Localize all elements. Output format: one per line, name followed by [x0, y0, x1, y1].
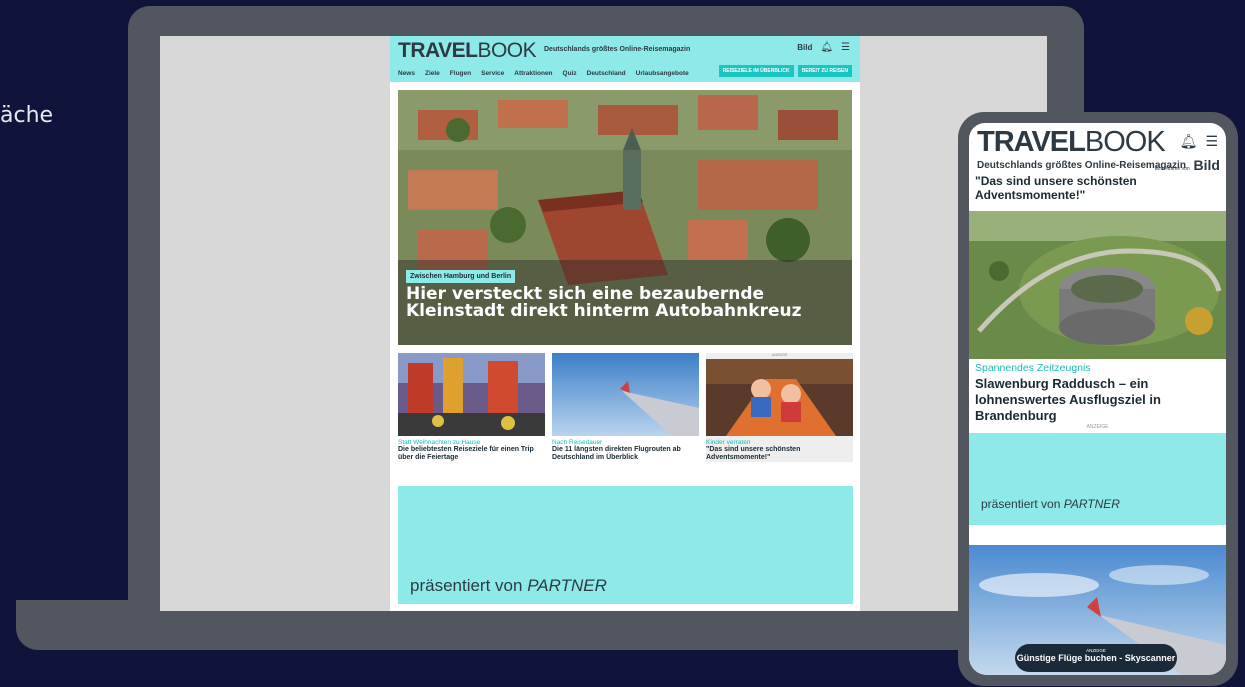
phone-ad-label: ANZEIGE	[1086, 424, 1109, 430]
phone-logo-bold: TRAVEL	[977, 126, 1086, 158]
bell-icon[interactable]: 🔔︎	[1180, 133, 1198, 150]
phone-teaser-kicker: Spannendes Zeitzeugnis	[975, 362, 1091, 374]
phone-bild-logo[interactable]: Eine Marke von Bild	[1155, 157, 1220, 173]
bild-small-text: Eine Marke von	[1154, 166, 1190, 172]
phone-hero-fortress-image	[969, 211, 1226, 359]
teaser-kicker: Kinder verraten	[706, 439, 751, 446]
phone-teaser-title[interactable]: Slawenburg Raddusch – ein lohnenswertes …	[975, 376, 1220, 424]
nav-item-ziele[interactable]: Ziele	[425, 70, 440, 77]
site-header: TRAVELBOOK Deutschlands größtes Online-R…	[390, 36, 860, 82]
teaser-kicker: Statt Weihnachten zu Hause	[398, 439, 481, 446]
nav-item-news[interactable]: News	[398, 70, 415, 77]
side-caption-text: äche	[0, 103, 54, 128]
phone-partner-ad-box[interactable]: präsentiert von PARTNER	[969, 433, 1226, 525]
skyscanner-ad-pill[interactable]: ANZEIGE Günstige Flüge buchen - Skyscann…	[1015, 644, 1177, 672]
logo-bold: TRAVEL	[398, 39, 478, 62]
bell-icon[interactable]: 🔔︎	[820, 42, 833, 53]
bereit-button[interactable]: BEREIT ZU REISEN	[797, 65, 852, 77]
teaser-row: Statt Weihnachten zu Hause Die beliebtes…	[398, 353, 853, 462]
menu-icon[interactable]: ☰	[841, 42, 850, 53]
ad-teaser-card[interactable]: ANZEIGE Kinder verraten "Das sind unsere…	[706, 353, 853, 462]
phone-partner-name: PARTNER	[1063, 497, 1120, 511]
nav-item-urlaubsangebote[interactable]: Urlaubsangebote	[636, 70, 689, 77]
header-icons: Bild 🔔︎ ☰	[797, 42, 850, 53]
travelbook-desktop-page: TRAVELBOOK Deutschlands größtes Online-R…	[390, 36, 860, 611]
phone-logo[interactable]: TRAVELBOOK	[977, 126, 1166, 158]
nav-item-service[interactable]: Service	[481, 70, 504, 77]
partner-name: PARTNER	[527, 576, 607, 595]
menu-icon[interactable]: ☰	[1205, 133, 1218, 150]
phone-top-headline[interactable]: "Das sind unsere schönsten Adventsmoment…	[975, 174, 1226, 202]
laptop-screen: TRAVELBOOK Deutschlands größtes Online-R…	[160, 36, 1047, 611]
reiseziele-button[interactable]: REISEZIELE IM ÜBERBLICK	[718, 65, 794, 77]
logo-light: BOOK	[477, 39, 537, 62]
phone-header-icons: 🔔︎ ☰	[1180, 133, 1218, 150]
header-buttons: REISEZIELE IM ÜBERBLICK BEREIT ZU REISEN	[718, 65, 852, 77]
teaser-title[interactable]: "Das sind unsere schönsten Adventsmoment…	[706, 446, 853, 462]
nav-item-attraktionen[interactable]: Attraktionen	[514, 70, 552, 77]
teaser-title[interactable]: Die beliebtesten Reiseziele für einen Tr…	[398, 446, 545, 462]
pill-ad-label: ANZEIGE	[1086, 648, 1106, 653]
bild-text: Bild	[1193, 157, 1220, 173]
partner-text: präsentiert von PARTNER	[410, 576, 607, 596]
nav-item-quiz[interactable]: Quiz	[563, 70, 577, 77]
phone-screen: TRAVELBOOK 🔔︎ ☰ Deutschlands größtes Onl…	[969, 123, 1226, 675]
bild-logo[interactable]: Bild	[797, 43, 812, 52]
teaser-kids-ride-image	[706, 359, 853, 436]
site-tagline: Deutschlands größtes Online-Reisemagazin	[544, 46, 691, 53]
phone-device: TRAVELBOOK 🔔︎ ☰ Deutschlands größtes Onl…	[958, 112, 1238, 686]
partner-prefix: präsentiert von	[410, 576, 528, 595]
pill-text: Günstige Flüge buchen - Skyscanner	[1016, 653, 1176, 663]
phone-logo-light: BOOK	[1084, 126, 1166, 158]
nav-item-deutschland[interactable]: Deutschland	[587, 70, 626, 77]
teaser-street-image	[398, 353, 545, 436]
partner-ad-box[interactable]: präsentiert von PARTNER	[398, 486, 853, 604]
teaser-kicker: Nach Reisedauer	[552, 439, 603, 446]
phone-partner-prefix: präsentiert von	[981, 497, 1064, 511]
teaser-plane-wing-image	[552, 353, 699, 436]
teaser-title[interactable]: Die 11 längsten direkten Flugrouten ab D…	[552, 446, 699, 462]
nav-item-flugen[interactable]: Flugen	[450, 70, 471, 77]
hero-teaser[interactable]: Zwischen Hamburg und Berlin Hier verstec…	[398, 90, 852, 345]
hero-title[interactable]: Hier versteckt sich eine bezaubernde Kle…	[406, 286, 826, 320]
phone-partner-text: präsentiert von PARTNER	[981, 497, 1120, 511]
teaser-card[interactable]: Nach Reisedauer Die 11 längsten direkten…	[552, 353, 699, 462]
hero-kicker: Zwischen Hamburg und Berlin	[406, 270, 516, 283]
teaser-card[interactable]: Statt Weihnachten zu Hause Die beliebtes…	[398, 353, 545, 462]
